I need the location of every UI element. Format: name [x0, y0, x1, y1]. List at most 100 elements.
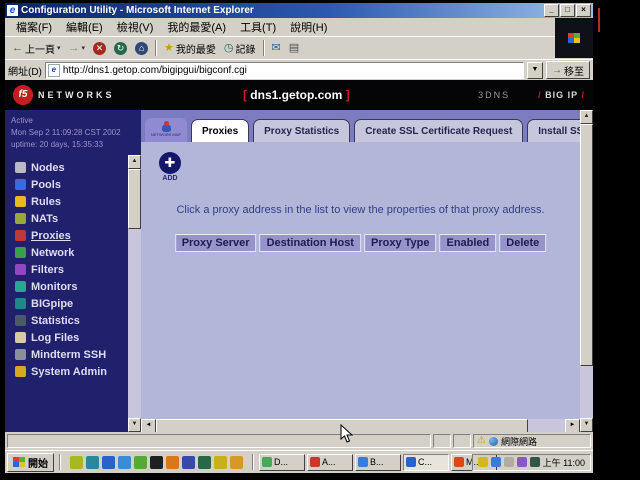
task-buttons: D... A... B... C... M...: [259, 454, 470, 471]
sidebar-nav-wrap: Nodes Pools Rules NATs Proxies Network F…: [5, 155, 141, 432]
sidebar-item-monitors[interactable]: Monitors: [15, 278, 128, 295]
home-button[interactable]: ⌂: [131, 40, 152, 57]
scroll-up-icon[interactable]: ▲: [580, 110, 593, 124]
quicklaunch-icon[interactable]: [134, 456, 147, 469]
address-label: 網址(D): [8, 63, 42, 78]
sidebar-item-system-admin[interactable]: System Admin: [15, 363, 128, 380]
nats-icon: [15, 213, 26, 224]
sidebar-item-rules[interactable]: Rules: [15, 193, 128, 210]
tab-proxies[interactable]: Proxies: [191, 119, 249, 142]
status-message-panel: [7, 434, 431, 448]
window-title: Configuration Utility - Microsoft Intern…: [21, 5, 543, 16]
task-button-label: B...: [370, 457, 384, 467]
back-button[interactable]: ← 上一頁 ▾: [8, 39, 65, 58]
sidebar-item-bigpipe[interactable]: BIGpipe: [15, 295, 128, 312]
column-header-proxy-server[interactable]: Proxy Server: [175, 234, 257, 252]
start-label: 開始: [28, 455, 48, 470]
address-dropdown-icon[interactable]: ▼: [527, 62, 543, 79]
system-admin-icon: [15, 366, 26, 377]
quicklaunch-icon[interactable]: [118, 456, 131, 469]
task-button-2[interactable]: A...: [307, 454, 353, 471]
go-button[interactable]: → 移至: [546, 61, 590, 79]
tray-icon[interactable]: [530, 457, 540, 467]
minimize-button[interactable]: _: [544, 4, 559, 17]
refresh-button[interactable]: ↻: [110, 40, 131, 57]
close-button[interactable]: ×: [576, 4, 591, 17]
menu-edit[interactable]: 編輯(E): [59, 18, 110, 36]
maximize-button[interactable]: □: [560, 4, 575, 17]
scroll-up-icon[interactable]: ▲: [128, 155, 141, 169]
scroll-down-icon[interactable]: ▼: [580, 418, 593, 432]
address-input[interactable]: e http://dns1.getop.com/bigipgui/bigconf…: [45, 62, 524, 79]
sidebar-item-log-files[interactable]: Log Files: [15, 329, 128, 346]
forward-button[interactable]: → ▾: [65, 41, 90, 56]
task-button-ie-active[interactable]: C...: [403, 454, 449, 471]
mail-button[interactable]: ✉: [268, 41, 285, 56]
tab-create-ssl-certificate-request[interactable]: Create SSL Certificate Request: [354, 119, 523, 142]
scrollbar-thumb[interactable]: [580, 124, 593, 366]
content-area: NETWORK MAP Proxies Proxy Statistics Cre…: [141, 110, 593, 432]
column-header-destination-host[interactable]: Destination Host: [260, 234, 361, 252]
system-status: Active Mon Sep 2 11:09:28 CST 2002 uptim…: [5, 110, 141, 155]
scrollbar-thumb[interactable]: [128, 169, 141, 229]
menu-file[interactable]: 檔案(F): [9, 18, 59, 36]
menu-favorites[interactable]: 我的最愛(A): [160, 18, 233, 36]
toolbar-separator: [155, 40, 157, 56]
sidebar-item-mindterm-ssh[interactable]: Mindterm SSH: [15, 346, 128, 363]
quicklaunch-icon[interactable]: [70, 456, 83, 469]
column-header-enabled[interactable]: Enabled: [439, 234, 496, 252]
stop-button[interactable]: ✕: [89, 40, 110, 57]
sidebar-item-network[interactable]: Network: [15, 244, 128, 261]
scroll-down-icon[interactable]: ▼: [128, 418, 141, 432]
add-button[interactable]: ✚: [159, 152, 181, 174]
home-icon: ⌂: [135, 42, 148, 55]
quicklaunch-icon[interactable]: [214, 456, 227, 469]
quicklaunch-icon[interactable]: [182, 456, 195, 469]
taskbar: 開始 D... A... B... C... M...: [5, 450, 593, 473]
sidebar-scrollbar[interactable]: ▲ ▼: [128, 155, 141, 432]
tray-icon[interactable]: [478, 457, 488, 467]
horizontal-scrollbar[interactable]: ◄ ►: [141, 419, 580, 432]
forward-dropdown-icon[interactable]: ▾: [82, 44, 86, 52]
sidebar-item-nats[interactable]: NATs: [15, 210, 128, 227]
network-map-button[interactable]: NETWORK MAP: [145, 118, 187, 142]
task-button-1[interactable]: D...: [259, 454, 305, 471]
print-button[interactable]: ▤: [285, 41, 303, 56]
sidebar-item-pools[interactable]: Pools: [15, 176, 128, 193]
tab-proxy-statistics[interactable]: Proxy Statistics: [253, 119, 350, 142]
menu-tools[interactable]: 工具(T): [233, 18, 283, 36]
sidebar-item-label: Nodes: [31, 162, 65, 174]
quicklaunch-icon[interactable]: [102, 456, 115, 469]
tray-icon[interactable]: [504, 457, 514, 467]
menu-view[interactable]: 檢視(V): [110, 18, 161, 36]
quicklaunch-icon[interactable]: [198, 456, 211, 469]
quicklaunch-icon[interactable]: [166, 456, 179, 469]
taskbar-clock[interactable]: 上午 11:00: [543, 456, 585, 469]
stop-icon: ✕: [93, 42, 106, 55]
task-button-3[interactable]: B...: [355, 454, 401, 471]
tray-icon[interactable]: [517, 457, 527, 467]
quicklaunch-icon[interactable]: [86, 456, 99, 469]
menu-help[interactable]: 說明(H): [283, 18, 334, 36]
bigip-accent: /: [581, 90, 585, 100]
column-header-delete[interactable]: Delete: [499, 234, 546, 252]
sidebar-item-proxies[interactable]: Proxies: [15, 227, 128, 244]
history-button[interactable]: ◷ 記錄: [220, 39, 260, 58]
sidebar-item-nodes[interactable]: Nodes: [15, 159, 128, 176]
status-panel: [453, 434, 471, 448]
bracket-left: [: [243, 88, 247, 102]
instruction-text: Click a proxy address in the list to vie…: [141, 204, 580, 216]
tray-icon[interactable]: [491, 457, 501, 467]
quicklaunch-icon[interactable]: [230, 456, 243, 469]
sidebar-item-statistics[interactable]: Statistics: [15, 312, 128, 329]
content-scrollbar[interactable]: ▲ ▼: [580, 110, 593, 432]
start-button[interactable]: 開始: [7, 453, 54, 472]
tab-install-ssl-certificate[interactable]: Install SSL Certifi: [527, 119, 580, 142]
favorites-button[interactable]: ★ 我的最愛: [160, 39, 220, 58]
quicklaunch-icon[interactable]: [150, 456, 163, 469]
sidebar-item-filters[interactable]: Filters: [15, 261, 128, 278]
column-header-proxy-type[interactable]: Proxy Type: [364, 234, 437, 252]
back-dropdown-icon[interactable]: ▾: [57, 44, 61, 52]
desktop-screen: e Configuration Utility - Microsoft Inte…: [5, 3, 593, 473]
status-uptime: uptime: 20 days, 15:35:33: [11, 139, 137, 151]
